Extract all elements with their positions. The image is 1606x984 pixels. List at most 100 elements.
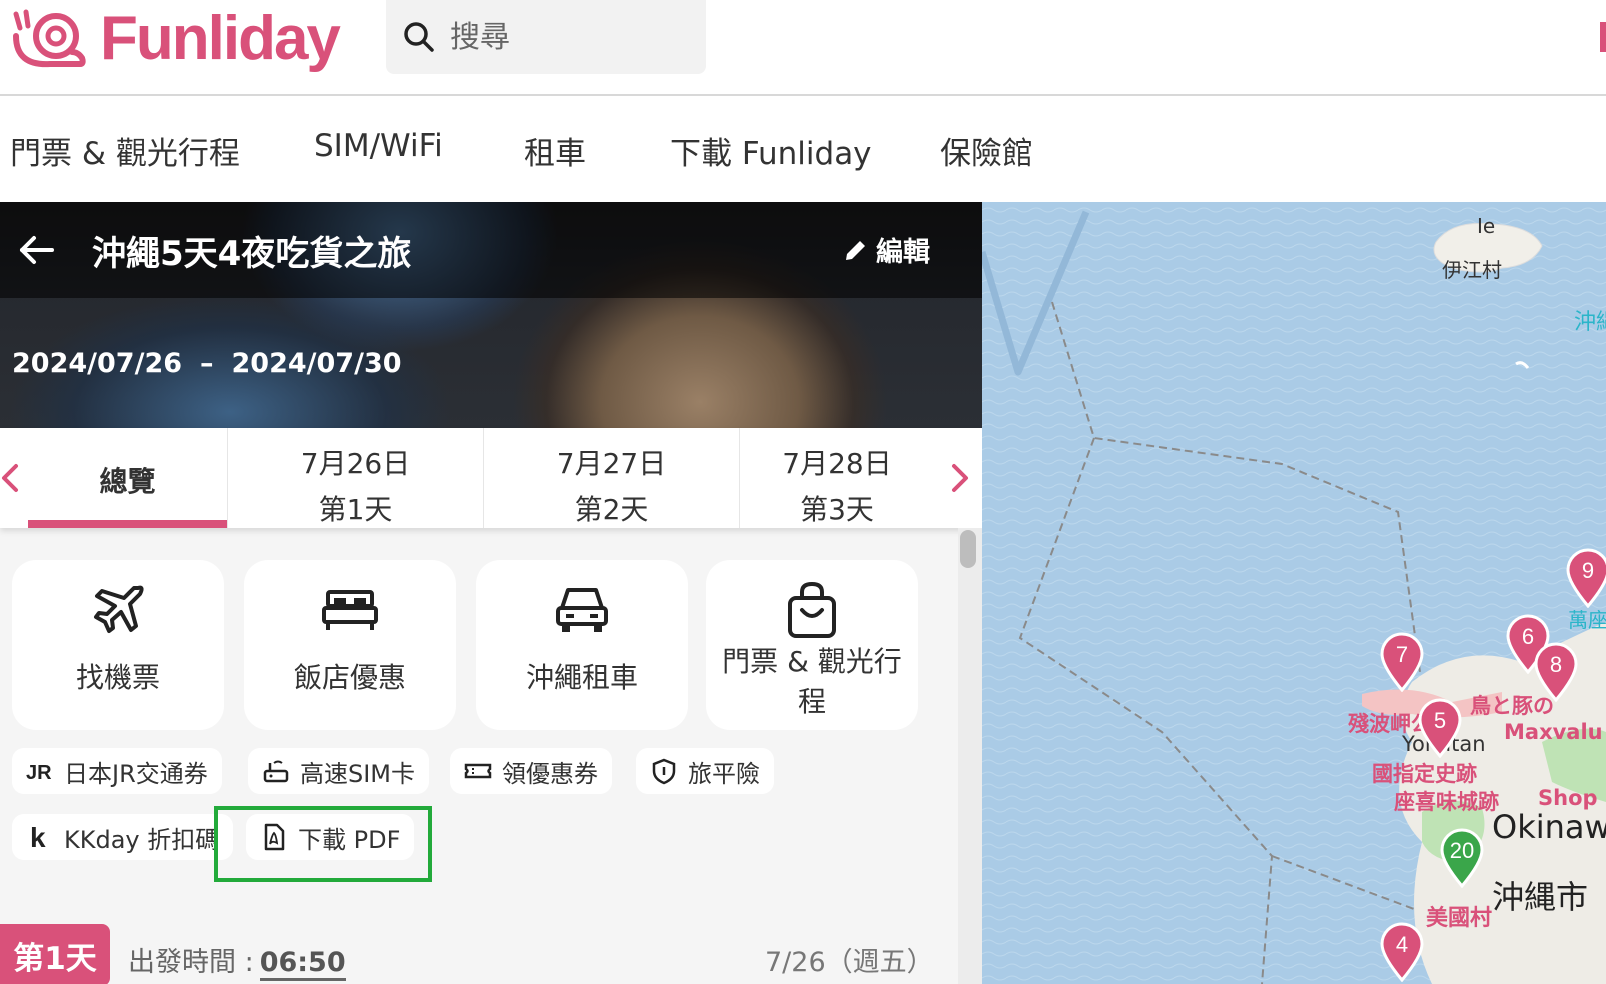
trip-hero-banner: 沖繩5天4夜吃貨之旅 編輯 2024/07/26–2024/07/30 [0, 202, 982, 428]
card-car-rental[interactable]: 沖繩租車 [476, 560, 688, 730]
top-header: Funliday [0, 0, 1606, 96]
pill-label: 日本JR交通券 [64, 759, 208, 788]
nav-item-car-rental[interactable]: 租車 [524, 128, 586, 173]
marker-number: 4 [1395, 932, 1409, 957]
map-label-mihama: 美國村 [1426, 906, 1493, 931]
funliday-logo[interactable]: Funliday [10, 4, 341, 74]
trip-title: 沖繩5天4夜吃貨之旅 [92, 234, 412, 274]
map-label-maxvalu: Maxvalu [1504, 720, 1603, 744]
tab-overview[interactable]: 總覽 [28, 428, 228, 528]
nav-item-download-app[interactable]: 下載 Funliday [670, 128, 872, 173]
depart-label: 出發時間 : [128, 947, 254, 978]
map-label-national-site: 國指定史跡 [1372, 762, 1477, 786]
pill-label: 高速SIM卡 [300, 759, 416, 788]
map-label-shop: Shop [1538, 786, 1598, 810]
tab-day-2[interactable]: 7月27日 第2天 [484, 428, 740, 528]
map-marker-20[interactable]: 20 [1438, 828, 1486, 889]
nav-item-insurance[interactable]: 保險館 [940, 128, 1033, 173]
bed-icon [322, 590, 378, 630]
map-label-ie: Ie [1477, 214, 1496, 238]
marker-number: 8 [1549, 652, 1563, 677]
trip-start-date: 2024/07/26 [12, 348, 183, 379]
nav-item-sim-wifi[interactable]: SIM/WiFi [314, 128, 443, 164]
trip-end-date: 2024/07/30 [231, 348, 402, 379]
car-icon [556, 588, 608, 632]
marker-number: 5 [1433, 708, 1447, 733]
nav-item-tickets-tours[interactable]: 門票 & 觀光行程 [10, 128, 240, 173]
depart-time-value[interactable]: 06:50 [259, 947, 346, 981]
download-pdf-highlight [214, 806, 432, 882]
tab-day-1[interactable]: 7月26日 第1天 [228, 428, 484, 528]
map-label-okinawa-city: 沖縄市 [1492, 878, 1589, 916]
departure-time: 出發時間 :06:50 [128, 940, 346, 981]
marker-number: 7 [1395, 642, 1409, 667]
card-label: 找機票 [75, 661, 160, 694]
map-label-okinawa-top: 沖縄 [1574, 310, 1606, 335]
svg-text:JR: JR [26, 762, 52, 784]
pill-coupons[interactable]: 領優惠券 [450, 748, 612, 794]
card-tickets-tours[interactable]: 門票 & 觀光行程 [706, 560, 918, 730]
svg-text:k: k [30, 823, 46, 851]
marker-number: 9 [1581, 558, 1595, 583]
shield-icon [652, 758, 676, 785]
map-marker-8[interactable]: 8 [1532, 642, 1580, 703]
card-label: 飯店優惠 [293, 661, 406, 694]
tab-date: 7月28日 [782, 447, 892, 480]
map-label-manza: 萬座 [1568, 608, 1606, 632]
account-button-edge[interactable] [1600, 22, 1606, 52]
ticket-icon [464, 763, 492, 779]
panel-scrollbar[interactable] [958, 528, 982, 984]
date-separator: – [200, 348, 214, 379]
map-marker-9[interactable]: 9 [1564, 548, 1606, 609]
map-base-layer [982, 202, 1606, 984]
pencil-icon [846, 240, 865, 260]
day-badge: 第1天 [0, 924, 110, 984]
tab-date: 7月26日 [300, 447, 411, 480]
tab-overview-label: 總覽 [99, 465, 156, 498]
card-hotel-deals[interactable]: 飯店優惠 [244, 560, 456, 730]
edit-trip-button[interactable]: 編輯 [842, 230, 930, 269]
search-box[interactable] [386, 0, 706, 74]
pill-kkday-discount[interactable]: k KKday 折扣碼 [12, 814, 234, 860]
airplane-icon [94, 585, 144, 633]
pill-jr-pass[interactable]: JR 日本JR交通券 [12, 748, 222, 794]
pill-travel-insurance[interactable]: 旅平險 [636, 748, 774, 794]
tab-day-3[interactable]: 7月28日 第3天 [740, 428, 934, 528]
edit-label: 編輯 [876, 237, 930, 268]
card-label: 沖繩租車 [525, 661, 638, 694]
snail-logo-icon [13, 9, 86, 68]
day-tabs: 總覽 7月26日 第1天 7月27日 第2天 7月28日 第3天 [0, 428, 982, 528]
map-label-zakimi: 座喜味城跡 [1394, 790, 1499, 814]
trip-map[interactable]: Ie 伊江村 沖縄 萬座 鳥と豚の 殘波岬公 Yomitan Maxvalu 國… [982, 202, 1606, 984]
pill-label: KKday 折扣碼 [64, 825, 220, 854]
tab-date: 7月27日 [556, 447, 667, 480]
main-nav: 門票 & 觀光行程 SIM/WiFi 租車 下載 Funliday 保險館 [0, 96, 1606, 202]
sim-router-icon [263, 760, 289, 783]
map-marker-4[interactable]: 4 [1378, 922, 1426, 983]
map-marker-5[interactable]: 5 [1416, 698, 1464, 759]
chevron-right-icon[interactable] [946, 458, 970, 498]
day-date: 7/26（週五） [765, 947, 934, 978]
card-label: 門票 & 觀光行程 [722, 645, 902, 718]
pill-label: 領優惠券 [502, 759, 598, 788]
pill-label: 旅平險 [688, 759, 760, 788]
marker-number: 20 [1449, 838, 1475, 863]
chevron-left-icon[interactable] [0, 458, 24, 498]
map-label-ie-village: 伊江村 [1442, 258, 1502, 282]
scrollbar-thumb[interactable] [960, 530, 976, 568]
card-find-flights[interactable]: 找機票 [12, 560, 224, 730]
shopping-bag-icon [788, 581, 836, 638]
search-input[interactable] [450, 19, 690, 55]
map-marker-7[interactable]: 7 [1378, 632, 1426, 693]
tab-day: 第2天 [574, 493, 649, 526]
jr-logo-icon: JR [26, 762, 52, 784]
back-arrow-icon[interactable] [14, 228, 58, 272]
tab-day: 第3天 [800, 493, 874, 526]
trip-date-range: 2024/07/26–2024/07/30 [12, 348, 402, 379]
tab-day: 第1天 [318, 493, 393, 526]
search-icon [404, 22, 434, 52]
map-label-okinawa-en: Okinawa [1492, 808, 1606, 846]
kkday-logo-icon: k [30, 823, 46, 851]
brand-name: Funliday [100, 4, 341, 73]
pill-sim-card[interactable]: 高速SIM卡 [248, 748, 430, 794]
